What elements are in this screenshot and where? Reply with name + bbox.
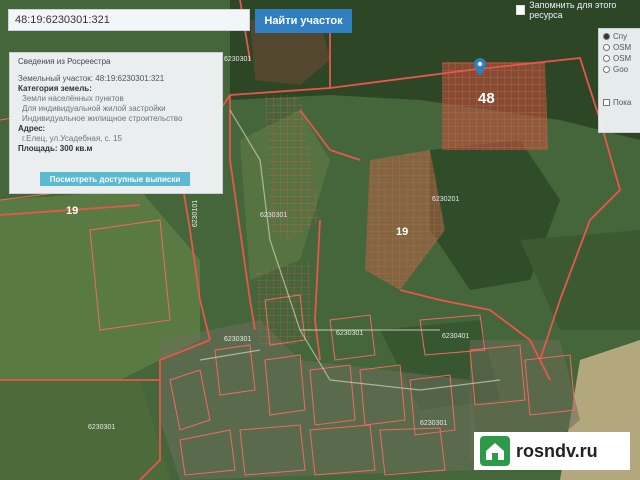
- watermark-text: rosndv.ru: [516, 440, 598, 461]
- layer-overlay-toggle[interactable]: Пока: [603, 97, 637, 108]
- info-use-line2: Индивидуальное жилищное строительство: [22, 114, 183, 123]
- map-label-small: 6230101: [192, 199, 200, 228]
- info-use-line1: Для индивидуальной жилой застройки: [22, 104, 166, 113]
- info-header: Сведения из Росреестра: [18, 57, 111, 66]
- info-address-value: г.Елец, ул.Усадебная, с. 15: [22, 134, 122, 143]
- radio-icon: [603, 44, 610, 51]
- find-parcel-button[interactable]: Найти участок: [255, 9, 352, 33]
- map-pin-icon[interactable]: [474, 58, 486, 76]
- info-category-label: Категория земель:: [18, 84, 92, 93]
- map-label-small: 6230301: [224, 56, 252, 63]
- map-label-small: 6230201: [432, 196, 460, 203]
- map-label-small: 6230401: [442, 333, 470, 340]
- info-category-value: Земли населённых пунктов: [22, 94, 124, 103]
- map-label-19b: 19: [396, 226, 409, 238]
- layer-option-3[interactable]: OSM: [603, 53, 637, 64]
- site-watermark: rosndv.ru: [474, 432, 630, 470]
- info-parcel: Земельный участок: 48:19:6230301:321: [18, 74, 165, 83]
- map-label-small: 6230301: [260, 212, 288, 219]
- view-extracts-button[interactable]: Посмотреть доступные выписки: [40, 172, 190, 186]
- layer-option-1[interactable]: Спу: [603, 31, 637, 42]
- radio-icon: [603, 55, 610, 62]
- map-label-small: 6230301: [336, 330, 364, 337]
- radio-icon: [603, 66, 610, 73]
- info-address-label: Адрес:: [18, 124, 46, 133]
- house-logo-icon: [480, 436, 510, 466]
- remember-option[interactable]: Запомнить для этого ресурса: [516, 0, 640, 20]
- checkbox-icon: [603, 99, 610, 106]
- remember-checkbox[interactable]: [516, 5, 526, 15]
- info-area: Площадь: 300 кв.м: [18, 144, 93, 153]
- map-label-small: 6230301: [88, 424, 116, 431]
- map-label-small: 6230301: [224, 336, 252, 343]
- layer-option-4[interactable]: Goo: [603, 64, 637, 75]
- radio-icon: [603, 33, 610, 40]
- remember-label: Запомнить для этого ресурса: [529, 0, 617, 20]
- layer-option-2[interactable]: OSM: [603, 42, 637, 53]
- map-label-small: 6230301: [420, 420, 448, 427]
- map-label-48: 48: [478, 90, 495, 107]
- layer-switcher[interactable]: Спу OSM OSM Goo Пока: [598, 28, 640, 133]
- search-input[interactable]: [8, 9, 250, 31]
- map-label-19a: 19: [66, 205, 79, 217]
